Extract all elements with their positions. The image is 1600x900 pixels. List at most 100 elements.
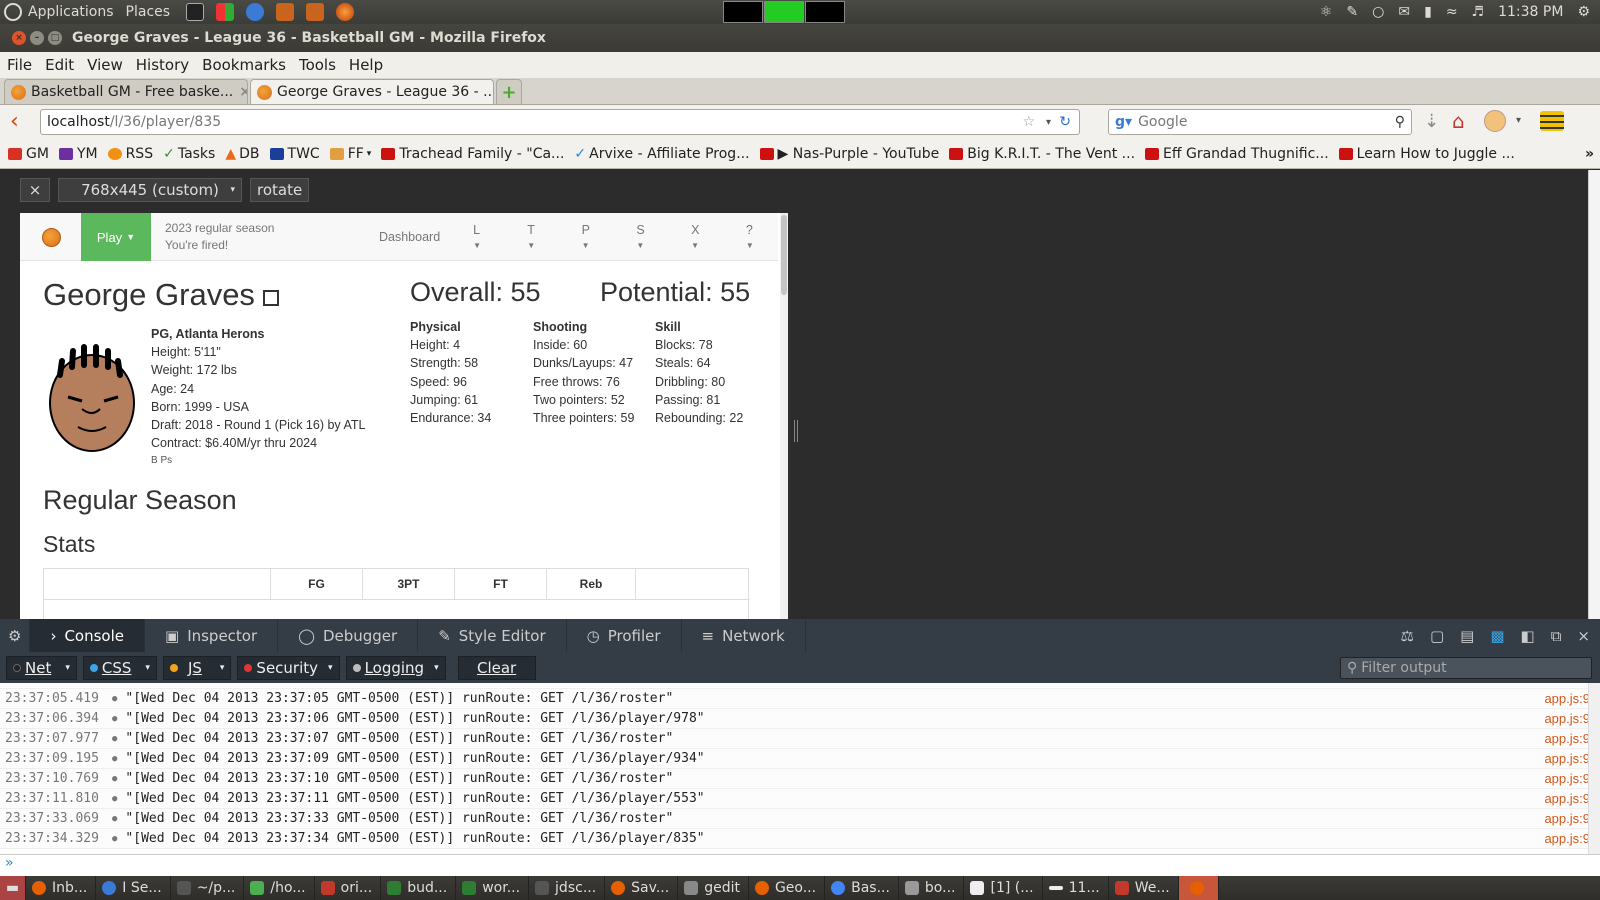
log-row[interactable]: 23:37:07.977 ● "[Wed Dec 04 2013 23:37:07 … (0, 729, 1600, 749)
bookmark-tasks[interactable]: ✓ Tasks (163, 146, 215, 162)
responsive-mode-icon[interactable]: ▩ (1490, 627, 1504, 645)
nav-players-dropdown[interactable]: P ▼ (560, 223, 615, 251)
close-window-button[interactable]: × (12, 31, 26, 45)
menu-file[interactable]: File (0, 56, 38, 74)
wifi-icon[interactable]: ≈ (1446, 4, 1458, 20)
task-item[interactable]: Geo... (749, 876, 826, 900)
places-menu[interactable]: Places (122, 4, 181, 20)
devtools-options-button[interactable]: ⚙ (0, 619, 31, 652)
downloads-icon[interactable]: ⇣ (1424, 111, 1439, 132)
chevron-down-icon[interactable]: ▾ (65, 663, 70, 673)
nav-team-dropdown[interactable]: T ▼ (505, 223, 559, 251)
folder-launcher-icon[interactable] (306, 3, 325, 21)
bookmark-folder-ff[interactable]: FF ▾ (329, 146, 371, 162)
tab-network[interactable]: ≡ Network (682, 619, 806, 652)
home-icon[interactable]: ⌂ (1452, 109, 1465, 133)
chevron-down-icon[interactable]: ▾ (220, 663, 225, 673)
task-item[interactable]: ~/p... (171, 876, 245, 900)
task-item[interactable]: gedit (678, 876, 749, 900)
task-item[interactable]: ori... (315, 876, 382, 900)
firebug-icon[interactable] (1540, 111, 1564, 131)
search-bar[interactable]: g▾ Google ⚲ (1108, 109, 1412, 135)
bookmark-rss[interactable]: RSS (107, 146, 153, 162)
bookmark-juggle[interactable]: Learn How to Juggle ... (1338, 146, 1515, 162)
new-tab-button[interactable]: + (496, 79, 522, 104)
close-devtools-icon[interactable]: × (1577, 627, 1590, 645)
play-menu-button[interactable]: Play ▼ (81, 213, 151, 261)
volume-icon[interactable]: ♬ (1472, 4, 1485, 20)
basketball-logo-icon[interactable] (42, 228, 61, 247)
chevron-down-icon[interactable]: ▾ (434, 663, 439, 673)
minimize-window-button[interactable]: – (30, 31, 44, 45)
show-desktop-icon[interactable]: ▬ (0, 876, 26, 900)
close-tab-icon[interactable]: × (239, 84, 247, 100)
clear-console-button[interactable]: Clear (457, 655, 536, 680)
log-row[interactable]: 23:37:11.810 ● "[Wed Dec 04 2013 23:37:11 … (0, 789, 1600, 809)
console-input[interactable]: » (0, 854, 1600, 876)
bluetooth-icon[interactable]: ⚛ (1320, 4, 1333, 20)
bookmark-arvixe[interactable]: ✓ Arvixe - Affiliate Prog... (574, 146, 749, 162)
task-item[interactable]: wor... (456, 876, 530, 900)
menu-help[interactable]: Help (342, 56, 389, 74)
notes-icon[interactable]: ✎ (1346, 4, 1358, 20)
maximize-window-button[interactable]: □ (48, 31, 62, 45)
menu-history[interactable]: History (129, 56, 195, 74)
log-row[interactable]: 23:37:33.069 ● "[Wed Dec 04 2013 23:37:33 … (0, 809, 1600, 829)
mail-icon[interactable]: ✉ (1398, 4, 1410, 20)
dropdown-arrow-icon[interactable]: ▾ (1046, 117, 1051, 128)
app-launcher-icon[interactable] (276, 3, 295, 21)
bookmark-twc[interactable]: TWC (269, 146, 320, 162)
nav-help-dropdown[interactable]: ? ▼ (724, 223, 778, 251)
tab-console[interactable]: › Console (30, 619, 145, 652)
content-scrollbar[interactable] (1588, 170, 1600, 619)
bookmark-db[interactable]: ▲ DB (225, 146, 259, 162)
firefox-launcher-icon[interactable] (336, 3, 355, 21)
task-item[interactable]: /ho... (244, 876, 315, 900)
battery-icon[interactable]: ▮ (1424, 4, 1432, 20)
windows-launcher-icon[interactable] (216, 3, 235, 21)
search-icon[interactable]: ⚲ (1395, 114, 1405, 130)
google-search-engine-icon[interactable]: g▾ (1115, 114, 1132, 130)
task-item[interactable]: Inb... (26, 876, 97, 900)
chrome-launcher-icon[interactable] (246, 3, 265, 21)
task-item[interactable]: [1] (... (964, 876, 1043, 900)
dock-side-icon[interactable]: ◧ (1521, 627, 1535, 645)
clock[interactable]: 11:38 PM (1498, 4, 1563, 20)
tab-inspector[interactable]: ▣ Inspector (145, 619, 279, 652)
log-row[interactable]: 23:37:10.769 ● "[Wed Dec 04 2013 23:37:10 … (0, 769, 1600, 789)
tab-debugger[interactable]: ◯ Debugger (278, 619, 419, 652)
filter-js-button[interactable]: JS ▾ (162, 655, 232, 680)
lightbulb-icon[interactable]: ○ (1372, 4, 1384, 20)
log-row[interactable]: 23:37:09.195 ● "[Wed Dec 04 2013 23:37:09 … (0, 749, 1600, 769)
bookmark-ym[interactable]: YM (58, 146, 98, 162)
task-item[interactable]: Bas... (825, 876, 899, 900)
addon-dropdown-icon[interactable]: ▾ (1516, 115, 1521, 126)
task-item[interactable]: jdsc... (529, 876, 606, 900)
nav-stats-dropdown[interactable]: S ▼ (614, 223, 669, 251)
menu-view[interactable]: View (80, 56, 129, 74)
rdm-rotate-button[interactable]: rotate (250, 178, 310, 202)
gear-icon[interactable]: ⚙ (1577, 4, 1590, 20)
log-row[interactable]: 23:37:34.329 ● "[Wed Dec 04 2013 23:37:34 … (0, 829, 1600, 849)
nav-league-dropdown[interactable]: L ▼ (451, 223, 505, 251)
console-scrollbar[interactable] (1588, 683, 1600, 854)
task-item[interactable]: Sav... (605, 876, 679, 900)
task-active-firefox[interactable] (1178, 876, 1219, 900)
task-item[interactable]: I Se... (96, 876, 171, 900)
nav-tools-dropdown[interactable]: X ▼ (669, 223, 724, 251)
filter-logging-button[interactable]: Logging ▾ (345, 655, 446, 680)
nav-dashboard[interactable]: Dashboard (368, 230, 451, 244)
pick-element-icon[interactable]: ⚖ (1401, 627, 1414, 645)
tab-profiler[interactable]: ◷ Profiler (567, 619, 682, 652)
task-item[interactable]: 11... (1043, 876, 1109, 900)
addon-face-icon[interactable] (1484, 110, 1506, 132)
viewport-resize-handle[interactable] (794, 420, 798, 442)
bookmark-trachead[interactable]: Trachead Family - "Ca... (381, 146, 564, 162)
task-item[interactable]: bud... (381, 876, 457, 900)
url-bar[interactable]: localhost/l/36/player/835 ☆ ▾ ↻ (40, 109, 1080, 135)
chevron-down-icon[interactable]: ▾ (145, 663, 150, 673)
page-scrollbar[interactable] (780, 213, 788, 619)
bookmark-gm[interactable]: GM (8, 146, 49, 162)
menu-edit[interactable]: Edit (38, 56, 80, 74)
log-row[interactable]: 23:37:05.419 ● "[Wed Dec 04 2013 23:37:05 … (0, 689, 1600, 709)
